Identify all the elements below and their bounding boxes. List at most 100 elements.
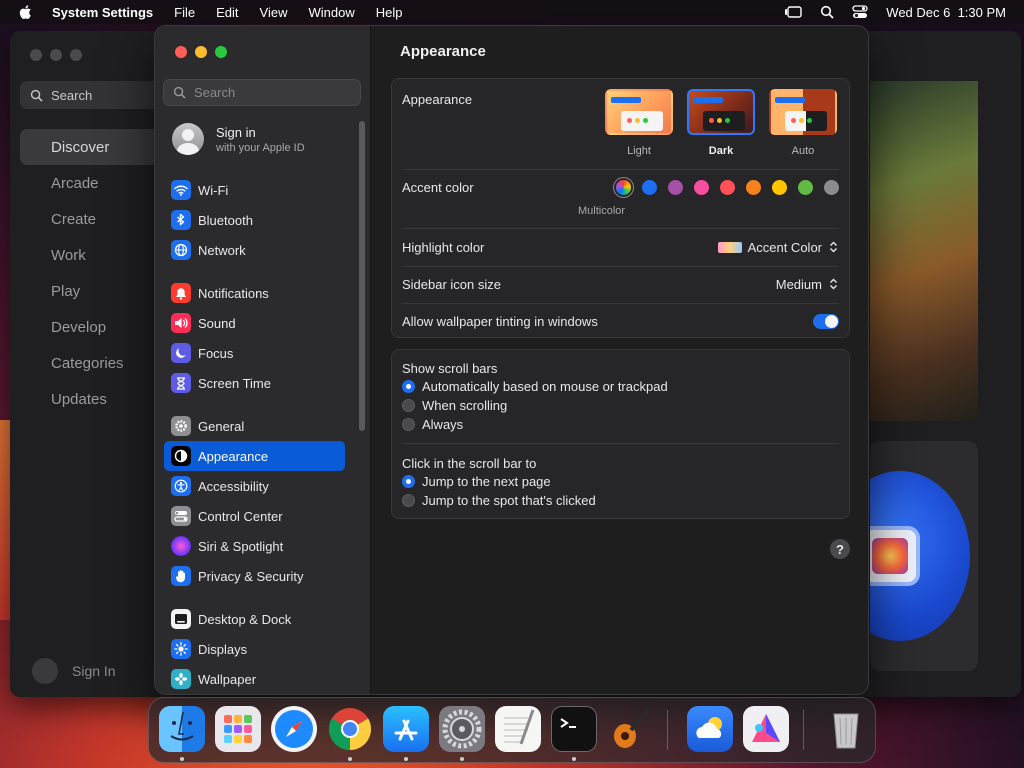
sidebar-item-desktop-dock[interactable]: Desktop & Dock (164, 604, 345, 634)
app-store-nav-discover[interactable]: Discover (20, 129, 160, 165)
wallpaper-tinting-label: Allow wallpaper tinting in windows (402, 313, 598, 329)
dock-safari[interactable] (271, 706, 317, 752)
scroll-bars-when-scrolling-radio[interactable]: When scrolling (402, 398, 507, 413)
zoom-button[interactable] (215, 46, 227, 58)
sidebar-item-notifications[interactable]: Notifications (164, 278, 345, 308)
app-store-nav-arcade[interactable]: Arcade (20, 165, 160, 201)
accent-red[interactable] (720, 179, 735, 195)
sidebar-item-siri-spotlight[interactable]: Siri & Spotlight (164, 531, 345, 561)
dock-app-store[interactable] (383, 706, 429, 752)
scroll-bars-group: Show scroll bars Automatically based on … (391, 349, 850, 519)
guitar-icon (614, 708, 649, 748)
sidebar-icon-size-popup[interactable]: Medium (776, 277, 839, 292)
apple-menu-icon[interactable] (18, 4, 34, 20)
show-scroll-bars-label: Show scroll bars (402, 360, 498, 376)
hand-icon (171, 566, 191, 586)
accent-multicolor[interactable] (616, 179, 631, 195)
dock-textedit[interactable] (495, 706, 541, 752)
app-icon-graphic (870, 526, 920, 586)
accent-pink[interactable] (694, 179, 709, 195)
control-center-menu-icon[interactable] (852, 5, 868, 19)
accent-blue[interactable] (642, 179, 657, 195)
sidebar-icon-size-row: Sidebar icon size Medium (402, 274, 839, 294)
app-store-search[interactable]: Search (20, 81, 160, 109)
accent-orange[interactable] (746, 179, 761, 195)
radio-button-selected (402, 380, 415, 393)
dock-launchpad[interactable] (215, 706, 261, 752)
apple-id-sign-in[interactable]: Sign in with your Apple ID (172, 123, 305, 155)
radio-label: Automatically based on mouse or trackpad (422, 379, 668, 394)
scroll-bars-automatic-radio[interactable]: Automatically based on mouse or trackpad (402, 379, 668, 394)
appearance-option-light[interactable]: Light (603, 89, 675, 157)
wallpaper-tinting-toggle[interactable] (813, 313, 839, 329)
sidebar-item-wallpaper[interactable]: Wallpaper (164, 664, 345, 694)
dock-weather[interactable] (687, 706, 733, 752)
app-store-nav-work[interactable]: Work (20, 237, 160, 273)
globe-icon (171, 240, 191, 260)
accent-green[interactable] (798, 179, 813, 195)
menu-app-name[interactable]: System Settings (52, 5, 153, 20)
highlight-color-popup[interactable]: Accent Color (717, 240, 839, 255)
sidebar-item-appearance[interactable]: Appearance (164, 441, 345, 471)
menu-edit[interactable]: Edit (216, 5, 238, 20)
close-button[interactable] (175, 46, 187, 58)
accent-color-label: Accent color (402, 179, 474, 195)
app-store-nav-create[interactable]: Create (20, 201, 160, 237)
sidebar-item-screen-time[interactable]: Screen Time (164, 368, 345, 398)
app-store-nav-play[interactable]: Play (20, 273, 160, 309)
dock-finder[interactable] (159, 706, 205, 752)
accent-yellow[interactable] (772, 179, 787, 195)
dock-terminal[interactable] (551, 706, 597, 752)
sidebar-item-privacy-security[interactable]: Privacy & Security (164, 561, 345, 591)
app-store-sign-in[interactable]: Sign In (32, 658, 116, 684)
stage-manager-icon[interactable] (784, 5, 802, 19)
radio-button (402, 399, 415, 412)
menu-file[interactable]: File (174, 5, 195, 20)
sidebar-item-label: Control Center (198, 508, 283, 524)
dock-system-settings[interactable] (439, 706, 485, 752)
appearance-option-dark[interactable]: Dark (685, 89, 757, 157)
app-store-nav-develop[interactable]: Develop (20, 309, 160, 345)
dock-separator (667, 710, 668, 750)
app-store-nav-updates[interactable]: Updates (20, 381, 160, 417)
menu-view[interactable]: View (260, 5, 288, 20)
sidebar-item-label: Siri & Spotlight (198, 538, 284, 554)
sidebar-item-sound[interactable]: Sound (164, 308, 345, 338)
sidebar-item-network[interactable]: Network (164, 235, 345, 265)
highlight-swatch (717, 241, 742, 253)
menu-help[interactable]: Help (376, 5, 403, 20)
sidebar-item-displays[interactable]: Displays (164, 634, 345, 664)
sidebar-item-label: Focus (198, 345, 234, 361)
app-store-nav-categories[interactable]: Categories (20, 345, 160, 381)
sidebar-item-control-center[interactable]: Control Center (164, 501, 345, 531)
sidebar-item-wifi[interactable]: Wi-Fi (164, 175, 345, 205)
appearance-option-auto[interactable]: Auto (767, 89, 839, 157)
sidebar-item-focus[interactable]: Focus (164, 338, 345, 368)
menu-bar: System Settings File Edit View Window He… (0, 0, 1024, 24)
chevron-updown-icon (830, 241, 837, 253)
accent-purple[interactable] (668, 179, 683, 195)
dock-garageband[interactable] (607, 706, 653, 752)
menu-window[interactable]: Window (308, 5, 354, 20)
sidebar-item-bluetooth[interactable]: Bluetooth (164, 205, 345, 235)
search-input[interactable] (194, 85, 354, 100)
spotlight-search-icon[interactable] (820, 5, 834, 19)
minimize-button[interactable] (195, 46, 207, 58)
menu-clock[interactable]: Wed Dec 6 1:30 PM (886, 5, 1006, 20)
radio-label: Jump to the spot that's clicked (422, 493, 596, 508)
radio-button (402, 418, 415, 431)
wallpaper-tinting-row: Allow wallpaper tinting in windows (402, 311, 839, 331)
click-spot-radio[interactable]: Jump to the spot that's clicked (402, 493, 596, 508)
sidebar-item-accessibility[interactable]: Accessibility (164, 471, 345, 501)
help-button[interactable]: ? (830, 539, 850, 559)
dock-trash[interactable] (823, 706, 869, 752)
featured-artwork[interactable] (870, 81, 978, 421)
sidebar-scrollbar[interactable] (359, 121, 365, 431)
featured-app-card[interactable] (870, 441, 978, 671)
accent-graphite[interactable] (824, 179, 839, 195)
dock-affinity[interactable] (743, 706, 789, 752)
scroll-bars-always-radio[interactable]: Always (402, 417, 463, 432)
dock-chrome[interactable] (327, 706, 373, 752)
sidebar-item-general[interactable]: General (164, 411, 345, 441)
click-next-page-radio[interactable]: Jump to the next page (402, 474, 551, 489)
